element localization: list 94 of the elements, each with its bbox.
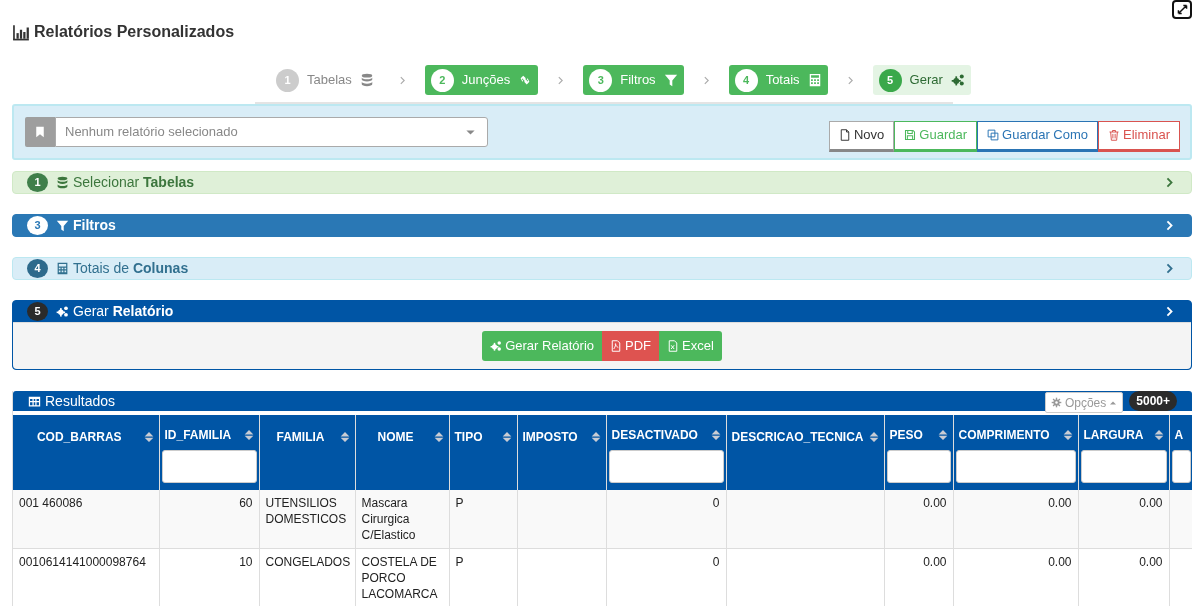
- gear-icon: [1050, 397, 1062, 408]
- table-cell: P: [455, 554, 464, 569]
- options-button[interactable]: Opções: [1044, 392, 1124, 413]
- column-header[interactable]: PESO: [889, 426, 923, 444]
- table-cell: COSTELA DE PORCO LACOMARCA: [361, 554, 438, 601]
- filter-field[interactable]: [1171, 450, 1191, 483]
- sort-icon: [937, 427, 948, 443]
- table-cell: Mascara Cirurgica C/Elastico: [361, 496, 416, 542]
- sort-icon: [590, 429, 601, 445]
- step-number-badge: 1: [27, 173, 48, 192]
- filter-field[interactable]: [955, 450, 1076, 483]
- file-icon: [839, 129, 851, 141]
- table-cell: 0.00: [923, 496, 947, 510]
- sort-icon: [710, 427, 721, 443]
- bookmark-icon: [34, 126, 46, 138]
- panel-header[interactable]: 5 Gerar Relatório: [13, 301, 1191, 322]
- filter-icon: [56, 219, 69, 232]
- generate-button[interactable]: PDF: [602, 331, 660, 361]
- table-cell: 0: [712, 554, 720, 569]
- database-icon: [56, 176, 69, 189]
- page-title: Relatórios Personalizados: [34, 22, 235, 42]
- table-cell: 0.00: [1139, 496, 1163, 510]
- table-cell: CONGELADOS: [265, 554, 351, 569]
- results-title: Resultados: [45, 391, 116, 411]
- filter-field[interactable]: [608, 450, 724, 483]
- sort-icon: [433, 429, 444, 445]
- column-header[interactable]: LARGURA: [1083, 426, 1144, 444]
- chevron-right-icon: [1164, 220, 1175, 231]
- table-icon: [28, 394, 41, 408]
- panel-header[interactable]: 1 Selecionar Tabelas: [13, 172, 1191, 193]
- chevron-right-icon: [1164, 263, 1175, 274]
- table-cell: 0.00: [923, 554, 947, 569]
- chevron-right-icon: [556, 76, 566, 86]
- trash-icon: [1108, 129, 1121, 141]
- expand-icon: [1175, 3, 1189, 16]
- table-cell: P: [455, 496, 464, 510]
- table-cell: 0010614141000098764: [19, 554, 146, 569]
- sort-icon: [1153, 427, 1164, 443]
- filter-field[interactable]: [1080, 450, 1167, 483]
- toolbar-button[interactable]: Guardar Como: [977, 120, 1099, 152]
- table-cell: 0.00: [1139, 554, 1163, 569]
- table-cell: UTENSILIOS DOMESTICOS: [265, 496, 347, 526]
- toolbar-button[interactable]: Novo: [829, 120, 895, 152]
- calculator-icon: [56, 262, 69, 275]
- sort-icon: [339, 429, 350, 445]
- toolbar-button[interactable]: Eliminar: [1098, 120, 1180, 152]
- table-cell: 0.00: [1048, 554, 1072, 569]
- panel-title: Totais de Colunas: [73, 259, 189, 278]
- chevron-right-icon: [701, 76, 711, 86]
- spreadsheet-file-icon: [667, 340, 680, 352]
- table-cell: 0: [712, 496, 720, 510]
- column-header[interactable]: TIPO: [454, 428, 483, 446]
- panel-header[interactable]: 3 Filtros: [13, 215, 1191, 236]
- bar-chart-icon: [12, 23, 30, 41]
- step-number-badge: 3: [27, 216, 48, 235]
- count-badge: 5000+: [1129, 391, 1177, 411]
- calculator-icon: [807, 73, 822, 87]
- column-header[interactable]: IMPOSTO: [522, 428, 578, 446]
- column-header[interactable]: A: [1174, 426, 1184, 444]
- report-select[interactable]: Nenhum relatório selecionado: [55, 117, 488, 147]
- column-header[interactable]: ID_FAMILIA: [164, 426, 232, 444]
- sort-icon: [868, 429, 879, 445]
- caret-icon: [465, 127, 476, 138]
- sort-icon: [243, 427, 254, 443]
- step-number-badge: 4: [27, 259, 48, 278]
- database-icon: [359, 73, 374, 87]
- sort-icon: [1062, 427, 1073, 443]
- filter-field[interactable]: [886, 450, 951, 483]
- wizard-step[interactable]: 5 Gerar: [872, 65, 971, 95]
- sort-icon: [501, 429, 512, 445]
- panel-title: Gerar Relatório: [73, 302, 174, 321]
- chevron-right-icon: [845, 76, 855, 86]
- table-cell: 60: [239, 496, 253, 510]
- chevron-right-icon: [1164, 306, 1175, 317]
- copy-icon: [987, 129, 1000, 141]
- chevron-right-icon: [397, 76, 407, 86]
- pdf-file-icon: [610, 340, 623, 352]
- column-header[interactable]: COMPRIMENTO: [958, 426, 1050, 444]
- column-header[interactable]: COD_BARRAS: [36, 428, 122, 446]
- panel-header[interactable]: 4 Totais de Colunas: [13, 258, 1191, 279]
- sort-icon: [143, 429, 154, 445]
- table-cell: 001 460086: [19, 496, 83, 510]
- filter-icon: [663, 73, 678, 87]
- filter-field[interactable]: [161, 450, 257, 483]
- panel-title: Filtros: [73, 216, 116, 235]
- table-cell: 10: [239, 554, 253, 569]
- column-header[interactable]: FAMILIA: [276, 428, 325, 446]
- fullscreen-button[interactable]: [1172, 0, 1192, 19]
- chevron-right-icon: [1164, 177, 1175, 188]
- step-number-badge: 5: [27, 302, 48, 321]
- column-header[interactable]: DESACTIVADO: [611, 426, 698, 444]
- panel-title: Selecionar Tabelas: [73, 173, 195, 192]
- table-cell: 0.00: [1048, 496, 1072, 510]
- column-header[interactable]: NOME: [377, 428, 414, 446]
